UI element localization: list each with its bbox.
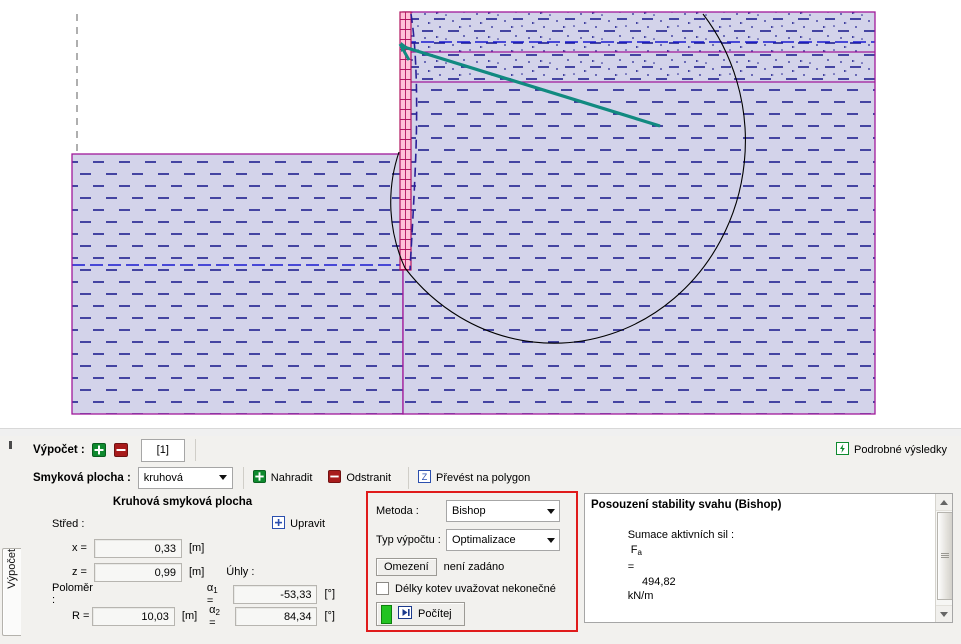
method-label: Metoda :	[376, 505, 419, 517]
radius-label: Poloměr :	[52, 582, 93, 606]
replace-label: Nahradit	[270, 471, 313, 484]
geo5-window: Výpočet Výpočet : [1] Podrobné výsledky …	[0, 0, 961, 644]
chevron-down-icon[interactable]	[542, 501, 559, 521]
infinite-anchors-checkbox[interactable]	[376, 582, 389, 595]
detailed-results-label: Podrobné výsledky	[854, 444, 947, 456]
z-input[interactable]: 0,99	[94, 562, 182, 582]
drawing-canvas[interactable]	[0, 0, 961, 428]
left-soil-body	[72, 154, 403, 414]
right-soil-body	[403, 12, 875, 414]
restriction-row: Omezení není zadáno	[376, 558, 576, 576]
method-combo[interactable]: Bishop	[446, 500, 560, 522]
calctype-label: Typ výpočtu :	[376, 534, 441, 546]
result-label-fa: Sumace aktivních sil :	[627, 529, 735, 541]
slip-surface-group: Kruhová smyková plocha Střed : Upravit x…	[30, 493, 335, 643]
alpha1-input[interactable]: -53,33	[233, 584, 318, 604]
calculation-index[interactable]: [1]	[140, 438, 185, 462]
vertical-tab-strip: Výpočet	[0, 436, 23, 644]
svg-text:Z: Z	[422, 472, 428, 482]
slip-group-title: Kruhová smyková plocha	[112, 496, 253, 508]
r-input[interactable]: 10,03	[92, 606, 175, 626]
alpha1-unit: [°]	[324, 588, 335, 600]
restriction-button[interactable]: Omezení	[376, 558, 437, 576]
method-group: Metoda : Bishop Typ výpočtu : Optimaliza…	[366, 491, 578, 632]
x-input[interactable]: 0,33	[94, 538, 182, 558]
convert-label: Převést na polygon	[436, 471, 531, 484]
remove-minus-icon[interactable]	[114, 443, 129, 458]
x-unit: [m]	[189, 542, 205, 554]
z-unit: [m]	[189, 566, 205, 578]
edit-plus-icon	[272, 516, 286, 532]
bottom-dock: Výpočet Výpočet : [1] Podrobné výsledky …	[0, 436, 961, 644]
remove-minus-icon	[328, 469, 342, 486]
infinite-anchors-label: Délky kotev uvažovat nekonečné	[395, 582, 556, 595]
chevron-down-icon[interactable]	[542, 530, 559, 550]
result-line-fa: Sumace aktivních sil : Fa = 494,82 kN/m	[591, 514, 946, 619]
scroll-down-button[interactable]	[936, 605, 952, 622]
r-unit: [m]	[181, 610, 198, 622]
method-row: Metoda : Bishop	[376, 500, 576, 522]
center-label: Střed :	[52, 518, 85, 530]
calctype-value: Optimalizace	[452, 534, 516, 546]
results-text: Posouzení stability svahu (Bishop) Sumac…	[585, 494, 952, 622]
convert-to-polygon-button[interactable]: Z Převést na polygon	[411, 467, 537, 489]
delete-label: Odstranit	[346, 471, 392, 484]
calctype-row: Typ výpočtu : Optimalizace	[376, 529, 576, 551]
toolbar2-separator-2	[408, 466, 410, 489]
scrollbar-grip-icon	[941, 553, 949, 559]
results-scrollbar[interactable]	[935, 494, 952, 622]
results-title: Posouzení stability svahu (Bishop)	[591, 499, 782, 511]
alpha2-eq: =	[209, 616, 216, 629]
edit-button[interactable]: Upravit	[268, 515, 329, 533]
r-label: R =	[72, 610, 90, 622]
add-plus-icon	[252, 469, 266, 486]
detailed-results-button[interactable]: Podrobné výsledky	[832, 440, 951, 460]
calculation-label: Výpočet :	[33, 444, 85, 456]
restriction-status: není zadáno	[443, 561, 505, 573]
alpha2-input[interactable]: 84,34	[235, 606, 318, 626]
alpha2-sub: 2	[215, 607, 220, 617]
result-value-fa: 494,82	[642, 575, 676, 588]
convert-polygon-icon: Z	[418, 469, 432, 486]
edit-label: Upravit	[290, 518, 325, 530]
scrollbar-thumb[interactable]	[937, 512, 952, 600]
results-panel[interactable]: Posouzení stability svahu (Bishop) Sumac…	[584, 493, 953, 623]
toolbar2-separator-1	[242, 466, 244, 489]
alpha2-unit: [°]	[324, 610, 335, 622]
compute-button[interactable]: Počítej	[376, 602, 465, 626]
infinite-anchors-row[interactable]: Délky kotev uvažovat nekonečné	[376, 582, 576, 595]
shear-surface-combo[interactable]: kruhová	[137, 466, 233, 489]
result-unit-fa: kN/m	[627, 590, 654, 602]
tab-vypocet[interactable]: Výpočet	[2, 548, 21, 636]
cross-section-svg	[71, 11, 876, 415]
chevron-down-icon[interactable]	[215, 468, 232, 488]
shear-surface-toolbar: Smyková plocha : kruhová Nahradit Odstra…	[22, 464, 961, 492]
dock-body: Kruhová smyková plocha Střed : Upravit x…	[22, 491, 961, 644]
dock-grip-handle[interactable]	[9, 441, 12, 449]
shear-surface-value: kruhová	[143, 471, 183, 484]
compute-label: Počítej	[418, 608, 452, 620]
x-label: x =	[72, 542, 87, 554]
scroll-up-button[interactable]	[936, 494, 952, 511]
run-play-icon	[398, 606, 412, 622]
add-plus-icon[interactable]	[92, 443, 107, 458]
calculation-toolbar: Výpočet : [1] Podrobné výsledky	[22, 436, 961, 465]
progress-indicator	[381, 604, 392, 624]
alpha1-sub: 1	[213, 585, 218, 595]
calctype-combo[interactable]: Optimalizace	[446, 529, 560, 551]
tab-vypocet-label: Výpočet	[6, 549, 18, 589]
result-symbol-fa: Fa	[627, 543, 642, 557]
z-label: z =	[72, 566, 87, 578]
method-value: Bishop	[452, 505, 486, 517]
result-line-fp: Sumace pasivních sil : Fp = 602,79 kN/m	[591, 618, 946, 622]
delete-button[interactable]: Odstranit	[321, 467, 398, 489]
shear-surface-label: Smyková plocha :	[33, 471, 131, 484]
toolbar-separator	[194, 439, 196, 461]
lightning-results-icon	[836, 442, 850, 458]
result-eq-fa: =	[627, 561, 635, 573]
angles-label: Úhly :	[226, 566, 255, 578]
replace-button[interactable]: Nahradit	[246, 467, 320, 489]
